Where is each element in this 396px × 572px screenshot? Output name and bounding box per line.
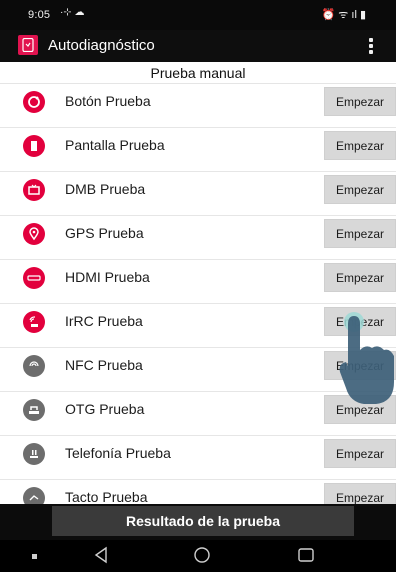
list-item: DMB Prueba Empezar — [0, 172, 396, 216]
navigation-bar — [0, 540, 396, 572]
start-button[interactable]: Empezar — [324, 439, 396, 468]
status-notification-icons: ·⊹ ☁ — [60, 7, 85, 18]
test-label: OTG Prueba — [65, 401, 145, 417]
test-label: GPS Prueba — [65, 225, 144, 241]
phone-diagnostic-icon — [18, 35, 38, 55]
touch-icon — [23, 487, 45, 504]
list-item: Telefonía Prueba Empezar — [0, 436, 396, 480]
overflow-menu-icon[interactable] — [368, 38, 374, 54]
section-title: Prueba manual — [0, 62, 396, 84]
test-label: IrRC Prueba — [65, 313, 143, 329]
start-button[interactable]: Empezar — [324, 131, 396, 160]
start-button[interactable]: Empezar — [324, 175, 396, 204]
recent-apps-dot-icon[interactable] — [32, 554, 38, 560]
tap-hint-hand-icon — [339, 312, 394, 404]
list-item: HDMI Prueba Empezar — [0, 260, 396, 304]
list-item: Botón Prueba Empezar — [0, 84, 396, 128]
infrared-remote-icon — [23, 311, 45, 333]
status-system-icons: ⏰ ᯤ ıl ▮ — [321, 9, 366, 21]
test-label: Telefonía Prueba — [65, 445, 171, 461]
list-item: GPS Prueba Empezar — [0, 216, 396, 260]
back-icon[interactable] — [92, 546, 110, 564]
start-button[interactable]: Empezar — [324, 87, 396, 116]
list-item: Tacto Prueba Empezar — [0, 480, 396, 504]
start-button[interactable]: Empezar — [324, 263, 396, 292]
nfc-icon — [23, 355, 45, 377]
start-button[interactable]: Empezar — [324, 483, 396, 504]
result-bar: Resultado de la prueba — [0, 504, 396, 540]
status-bar: 9:05 ·⊹ ☁ ⏰ ᯤ ıl ▮ — [0, 0, 396, 30]
test-label: Botón Prueba — [65, 93, 151, 109]
test-label: Tacto Prueba — [65, 489, 148, 504]
test-list[interactable]: Botón Prueba Empezar Pantalla Prueba Emp… — [0, 84, 396, 504]
status-time: 9:05 — [28, 9, 51, 21]
home-icon[interactable] — [193, 546, 211, 564]
tv-icon — [23, 179, 45, 201]
power-button-icon — [23, 91, 45, 113]
test-label: Pantalla Prueba — [65, 137, 165, 153]
overview-icon[interactable] — [297, 546, 315, 564]
test-label: HDMI Prueba — [65, 269, 150, 285]
test-label: NFC Prueba — [65, 357, 143, 373]
app-title: Autodiagnóstico — [48, 37, 155, 54]
location-pin-icon — [23, 223, 45, 245]
screen-icon — [23, 135, 45, 157]
app-bar: Autodiagnóstico — [0, 30, 396, 62]
list-item: Pantalla Prueba Empezar — [0, 128, 396, 172]
hdmi-icon — [23, 267, 45, 289]
start-button[interactable]: Empezar — [324, 219, 396, 248]
sim-card-icon — [23, 443, 45, 465]
test-result-button[interactable]: Resultado de la prueba — [52, 506, 354, 536]
test-label: DMB Prueba — [65, 181, 146, 197]
usb-otg-icon — [23, 399, 45, 421]
